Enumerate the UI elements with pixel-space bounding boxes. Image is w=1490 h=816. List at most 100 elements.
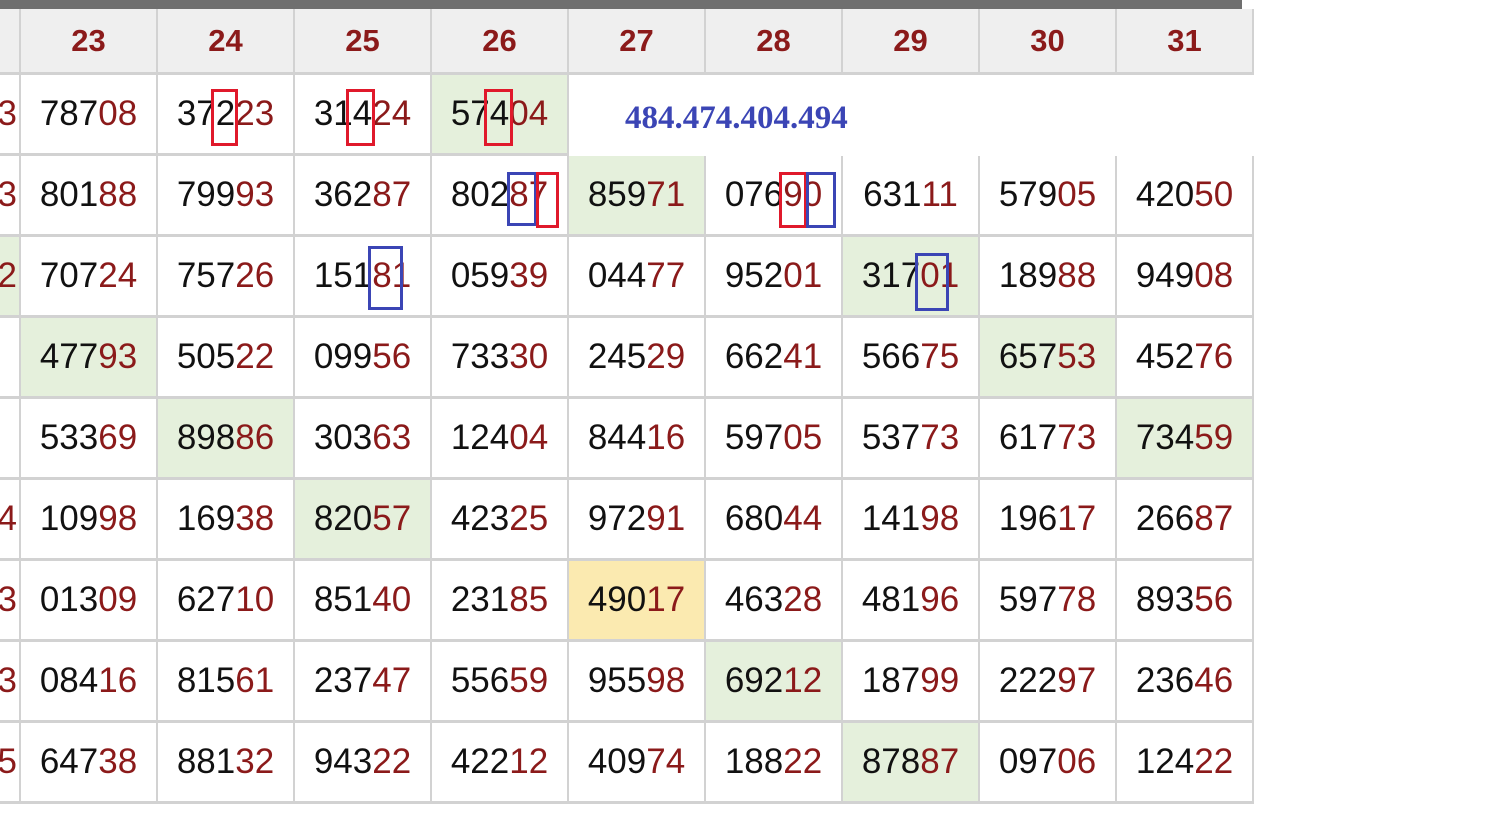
header-stub-cell bbox=[0, 9, 21, 75]
result-cell: 859 71 bbox=[569, 156, 706, 237]
result-cell: 189 88 bbox=[980, 237, 1117, 318]
number-head: 859 bbox=[587, 175, 647, 214]
column-header-24: 24 bbox=[158, 9, 295, 75]
number-head: 952 bbox=[724, 256, 784, 295]
result-cell: 463 28 bbox=[706, 561, 843, 642]
number-tail: 22 bbox=[783, 742, 823, 781]
number-head: 109 bbox=[39, 499, 99, 538]
number-head: 481 bbox=[861, 580, 921, 619]
number-head: 196 bbox=[998, 499, 1058, 538]
result-cell: 815 61 bbox=[158, 642, 295, 723]
result-cell: 707 24 bbox=[21, 237, 158, 318]
number-head: 099 bbox=[313, 337, 373, 376]
row-stub-cell bbox=[0, 399, 21, 480]
number-head: 851 bbox=[313, 580, 373, 619]
number-tail: 38 bbox=[235, 499, 275, 538]
number-tail: 87 bbox=[1194, 499, 1234, 538]
result-cell: 013 09 bbox=[21, 561, 158, 642]
result-cell: 617 73 bbox=[980, 399, 1117, 480]
number-tail: 25 bbox=[509, 499, 549, 538]
result-cell: 647 38 bbox=[21, 723, 158, 804]
number-tail: 77 bbox=[646, 256, 686, 295]
table-row: 4 109 98 169 38 820 57 423 25 972 91 680 44 141 98 196 1… bbox=[0, 480, 1254, 561]
result-cell: 222 97 bbox=[980, 642, 1117, 723]
result-cell: 627 10 bbox=[158, 561, 295, 642]
result-cell: 566 75 bbox=[843, 318, 980, 399]
result-cell: 423 25 bbox=[432, 480, 569, 561]
number-tail: 97 bbox=[1057, 661, 1097, 700]
result-cell: 420 50 bbox=[1117, 156, 1254, 237]
number-head: 579 bbox=[998, 175, 1058, 214]
result-cell: 943 22 bbox=[295, 723, 432, 804]
number-tail: 47 bbox=[372, 661, 412, 700]
blue-highlight-box bbox=[915, 253, 949, 311]
number-tail: 63 bbox=[372, 418, 412, 457]
number-tail: 11 bbox=[921, 175, 958, 214]
number-tail: 69 bbox=[98, 418, 138, 457]
number-tail: 12 bbox=[509, 742, 549, 781]
number-tail: 30 bbox=[509, 337, 549, 376]
number-head: 878 bbox=[861, 742, 921, 781]
number-head: 422 bbox=[450, 742, 510, 781]
top-bar bbox=[0, 0, 1242, 9]
number-tail: 12 bbox=[783, 661, 823, 700]
number-tail: 22 bbox=[372, 742, 412, 781]
blue-highlight-box bbox=[806, 172, 836, 228]
number-head: 597 bbox=[998, 580, 1058, 619]
handwritten-note: 484.474.404.494 bbox=[625, 100, 848, 136]
table-row: 3 787 08 372 23 314 24 574 04 bbox=[0, 75, 1254, 156]
number-tail: 05 bbox=[1057, 175, 1097, 214]
number-head: 707 bbox=[39, 256, 99, 295]
number-tail: 39 bbox=[509, 256, 549, 295]
number-head: 409 bbox=[587, 742, 647, 781]
number-tail: 74 bbox=[646, 742, 686, 781]
number-head: 787 bbox=[39, 94, 99, 133]
number-head: 662 bbox=[724, 337, 784, 376]
number-head: 617 bbox=[998, 418, 1058, 457]
number-head: 490 bbox=[587, 580, 647, 619]
number-head: 631 bbox=[863, 175, 922, 214]
number-tail: 71 bbox=[646, 175, 686, 214]
number-head: 477 bbox=[39, 337, 99, 376]
result-cell: 881 32 bbox=[158, 723, 295, 804]
number-tail: 29 bbox=[646, 337, 686, 376]
row-stub-cell: 5 bbox=[0, 723, 21, 804]
number-tail: 38 bbox=[98, 742, 138, 781]
result-cell: 787 08 bbox=[21, 75, 158, 156]
red-highlight-box bbox=[779, 172, 807, 228]
result-cell: 490 17 bbox=[569, 561, 706, 642]
number-head: 124 bbox=[450, 418, 510, 457]
number-head: 881 bbox=[176, 742, 236, 781]
result-cell: 949 08 bbox=[1117, 237, 1254, 318]
result-cell bbox=[1117, 75, 1254, 156]
number-head: 059 bbox=[450, 256, 510, 295]
number-head: 362 bbox=[313, 175, 373, 214]
number-head: 734 bbox=[1135, 418, 1195, 457]
result-cell: 409 74 bbox=[569, 723, 706, 804]
number-head: 097 bbox=[998, 742, 1058, 781]
number-tail: 76 bbox=[1194, 337, 1234, 376]
number-tail: 98 bbox=[646, 661, 686, 700]
result-cell: 820 57 bbox=[295, 480, 432, 561]
result-cell: 059 39 bbox=[432, 237, 569, 318]
result-cell: 317 01 bbox=[843, 237, 980, 318]
result-cell: 109 98 bbox=[21, 480, 158, 561]
number-tail: 24 bbox=[372, 94, 412, 133]
result-cell: 537 73 bbox=[843, 399, 980, 480]
number-tail: 04 bbox=[509, 94, 549, 133]
number-tail: 59 bbox=[509, 661, 549, 700]
result-cell: 844 16 bbox=[569, 399, 706, 480]
number-tail: 78 bbox=[1057, 580, 1097, 619]
number-tail: 59 bbox=[1194, 418, 1234, 457]
number-tail: 16 bbox=[98, 661, 138, 700]
number-tail: 98 bbox=[98, 499, 138, 538]
number-head: 188 bbox=[724, 742, 784, 781]
number-tail: 91 bbox=[646, 499, 686, 538]
result-cell: 124 04 bbox=[432, 399, 569, 480]
result-cell: 422 12 bbox=[432, 723, 569, 804]
result-cell bbox=[843, 75, 980, 156]
header-row: 23 24 25 26 27 28 29 30 31 bbox=[0, 9, 1254, 75]
number-head: 189 bbox=[998, 256, 1058, 295]
number-head: 692 bbox=[724, 661, 784, 700]
table-row: 477 93 505 22 099 56 733 30 245 29 662 41 566 75 657 53… bbox=[0, 318, 1254, 399]
